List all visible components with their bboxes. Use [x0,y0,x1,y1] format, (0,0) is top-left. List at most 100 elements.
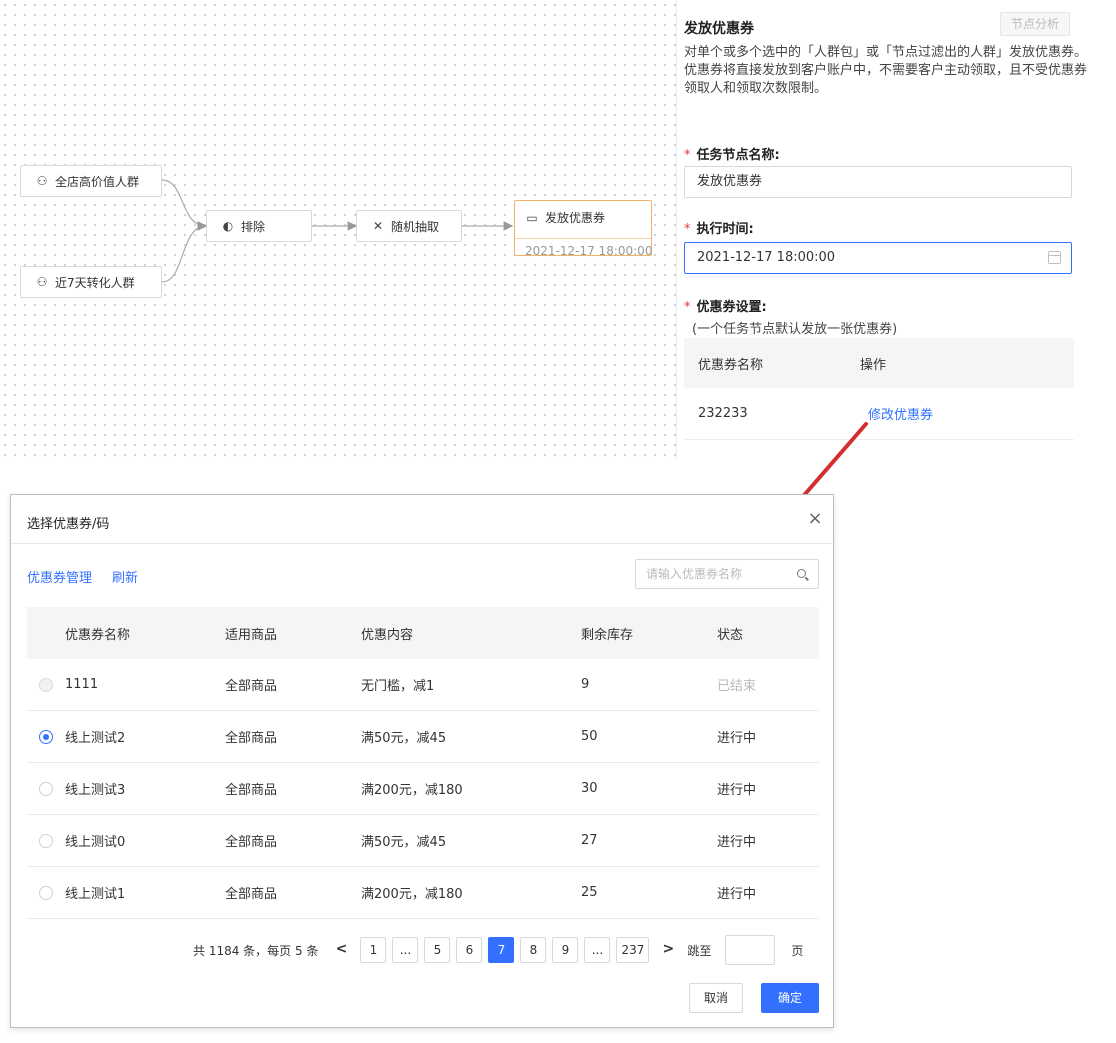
column-header: 适用商品 [225,627,278,643]
node-analysis-button[interactable]: 节点分析 [1000,12,1070,36]
page-button[interactable]: 6 [456,937,483,963]
required-mark: * [684,148,691,163]
discount-cell: 无门槛，减1 [361,679,435,694]
goods-cell: 全部商品 [225,731,278,746]
required-mark: * [684,300,691,315]
coupon-manage-link[interactable]: 优惠券管理 [27,567,92,586]
flow-node-exclude[interactable]: ◐ 排除 [206,210,312,242]
goods-cell: 全部商品 [225,887,278,902]
page-button[interactable]: 237 [616,937,650,963]
coupon-name-cell: 线上测试0 [65,835,126,850]
modal-toolbar: 优惠券管理 刷新 [27,567,138,586]
flow-node-label: 全店高价值人群 [55,174,140,189]
search-icon[interactable] [797,569,806,578]
stock-cell: 27 [581,833,598,848]
flow-node-label: 近7天转化人群 [55,275,135,290]
stock-cell: 30 [581,781,598,796]
modal-title: 选择优惠券/码 [27,517,110,532]
exec-time-label: * 执行时间: [684,222,754,237]
coupon-table: 优惠券名称 适用商品 优惠内容 剩余库存 状态 1111 全部商品 无门槛，减1… [27,607,819,919]
pagination: 共 1184 条，每页 5 条 < 1 ... 5 6 7 8 9 ... 23… [193,935,803,965]
coupon-setting-note: (一个任务节点默认发放一张优惠券) [692,322,898,337]
coupon-setting-label: * 优惠券设置: [684,300,767,315]
jump-page-input[interactable] [725,935,776,965]
page-button[interactable]: 5 [424,937,451,963]
column-header: 操作 [860,357,887,373]
canvas-divider [676,0,677,460]
flow-node-high-value-crowd[interactable]: ⚇ 全店高价值人群 [20,165,162,197]
column-header: 状态 [717,627,744,643]
people-group-icon: ⚇ [36,174,48,188]
exec-time-picker[interactable]: 2021-12-17 18:00:00 [684,242,1072,274]
page-unit-label: 页 [791,943,804,958]
status-cell: 进行中 [717,783,757,798]
status-cell: 进行中 [717,835,757,850]
panel-description: 对单个或多个选中的「人群包」或「节点过滤出的人群」发放优惠券。优惠券将直接发放到… [684,45,1088,96]
coupon-name-cell: 232233 [698,406,748,421]
panel-title: 发放优惠券 [684,21,754,37]
cancel-button[interactable]: 取消 [689,983,743,1013]
close-icon[interactable]: × [805,509,825,529]
table-row[interactable]: 线上测试1 全部商品 满200元，减180 25 进行中 [27,867,819,919]
row-radio[interactable] [39,885,53,900]
table-row[interactable]: 线上测试3 全部商品 满200元，减180 30 进行中 [27,763,819,815]
goods-cell: 全部商品 [225,783,278,798]
page-ellipsis[interactable]: ... [392,937,419,963]
column-header: 优惠券名称 [65,627,131,643]
flow-node-issue-coupon[interactable]: ▭ 发放优惠券 2021-12-17 18:00:00 [514,200,652,258]
coupon-name-cell: 1111 [65,677,99,692]
node-name-input[interactable]: 发放优惠券 [684,166,1072,198]
page-button[interactable]: 8 [520,937,547,963]
coupon-name-cell: 线上测试3 [65,783,126,798]
column-header: 剩余库存 [581,627,634,643]
status-cell: 进行中 [717,731,757,746]
next-page-button[interactable]: > [655,937,682,963]
node-name-label: * 任务节点名称: [684,148,780,163]
row-radio[interactable] [39,729,53,744]
coupon-name-cell: 线上测试1 [65,887,126,902]
coupon-search-box [635,559,819,589]
flow-node-label: 随机抽取 [391,219,440,234]
coupon-search-input[interactable] [636,560,786,588]
people-group-icon: ⚇ [36,275,48,289]
page-button[interactable]: 9 [552,937,579,963]
connector-recent-to-exclude [161,221,208,283]
coupon-name-cell: 线上测试2 [65,731,126,746]
shuffle-icon: ✕ [372,219,384,233]
exec-time-value: 2021-12-17 18:00:00 [697,250,836,265]
stock-cell: 25 [581,885,598,900]
jump-label: 跳至 [687,943,712,958]
status-cell: 已结束 [717,679,757,694]
discount-cell: 满50元，减45 [361,731,447,746]
column-header: 优惠内容 [361,627,414,643]
stock-cell: 50 [581,729,598,744]
row-radio[interactable] [39,781,53,796]
edit-coupon-link[interactable]: 修改优惠券 [868,408,933,423]
calendar-icon[interactable] [1048,251,1061,264]
table-row[interactable]: 1111 全部商品 无门槛，减1 9 已结束 [27,659,819,711]
table-row[interactable]: 线上测试2 全部商品 满50元，减45 50 进行中 [27,711,819,763]
flow-node-label: 发放优惠券 [545,211,606,225]
connector-high-value-to-exclude [161,179,208,231]
discount-cell: 满50元，减45 [361,835,447,850]
flow-node-random-pick[interactable]: ✕ 随机抽取 [356,210,462,242]
table-header: 优惠券名称 适用商品 优惠内容 剩余库存 状态 [27,607,819,659]
row-radio[interactable] [39,833,53,848]
goods-cell: 全部商品 [225,835,278,850]
required-mark: * [684,222,691,237]
goods-cell: 全部商品 [225,679,278,694]
flow-canvas[interactable]: ⚇ 全店高价值人群 ⚇ 近7天转化人群 ◐ 排除 ✕ 随机抽取 ▭ 发放优惠券 … [0,0,676,460]
row-radio[interactable] [39,677,53,692]
table-row[interactable]: 线上测试0 全部商品 满50元，减45 27 进行中 [27,815,819,867]
confirm-button[interactable]: 确定 [761,983,819,1013]
page-ellipsis[interactable]: ... [584,937,611,963]
refresh-link[interactable]: 刷新 [112,567,138,586]
prev-page-button[interactable]: < [328,937,355,963]
exclude-toggle-icon: ◐ [222,219,234,233]
column-header: 优惠券名称 [698,357,764,373]
page-button[interactable]: 1 [360,937,387,963]
selected-coupon-table: 优惠券名称 操作 232233 修改优惠券 [684,338,1074,440]
coupon-icon: ▭ [526,210,538,225]
flow-node-recent-convert-crowd[interactable]: ⚇ 近7天转化人群 [20,266,162,298]
page-button-current[interactable]: 7 [488,937,515,963]
